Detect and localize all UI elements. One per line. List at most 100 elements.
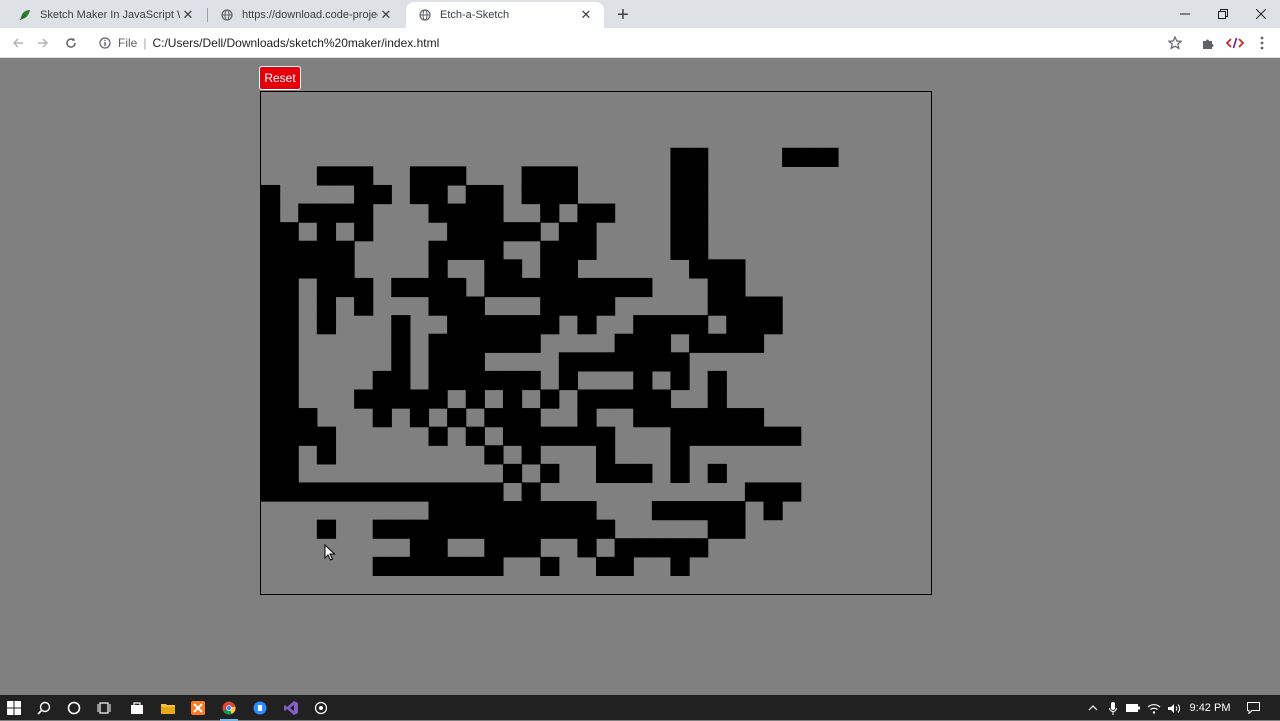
windows-start-icon[interactable]	[3, 697, 25, 719]
filled-cell[interactable]	[577, 408, 597, 428]
restore-icon[interactable]	[1204, 0, 1242, 28]
filled-cell[interactable]	[577, 315, 597, 335]
filled-cell[interactable]	[465, 240, 485, 260]
forward-arrow-icon[interactable]	[32, 32, 54, 54]
filled-cell[interactable]	[279, 315, 299, 335]
filled-cell[interactable]	[670, 426, 690, 446]
filled-cell[interactable]	[540, 315, 560, 335]
tab-sketch-maker[interactable]: Sketch Maker In JavaScript With ✕	[6, 2, 206, 28]
filled-cell[interactable]	[316, 426, 337, 446]
filled-cell[interactable]	[484, 240, 504, 260]
filled-cell[interactable]	[261, 370, 281, 391]
filled-cell[interactable]	[558, 352, 578, 372]
filled-cell[interactable]	[689, 147, 709, 167]
filled-cell[interactable]	[689, 203, 709, 223]
filled-cell[interactable]	[670, 445, 690, 465]
filled-cell[interactable]	[614, 277, 634, 298]
filled-cell[interactable]	[540, 389, 560, 409]
filled-cell[interactable]	[744, 315, 765, 335]
filled-cell[interactable]	[372, 389, 392, 409]
filled-cell[interactable]	[577, 519, 597, 539]
filled-cell[interactable]	[726, 277, 746, 298]
filled-cell[interactable]	[763, 315, 783, 335]
filled-cell[interactable]	[391, 482, 411, 502]
filled-cell[interactable]	[391, 370, 411, 391]
filled-cell[interactable]	[279, 296, 299, 316]
filled-cell[interactable]	[428, 166, 448, 186]
filled-cell[interactable]	[577, 352, 597, 372]
filled-cell[interactable]	[428, 426, 448, 446]
filled-cell[interactable]	[465, 203, 485, 223]
filled-cell[interactable]	[744, 296, 765, 316]
filled-cell[interactable]	[409, 538, 430, 558]
filled-cell[interactable]	[558, 240, 578, 260]
wifi-icon[interactable]	[1146, 699, 1162, 717]
filled-cell[interactable]	[261, 463, 281, 484]
filled-cell[interactable]	[502, 333, 523, 353]
filled-cell[interactable]	[763, 296, 783, 316]
filled-cell[interactable]	[707, 463, 727, 484]
filled-cell[interactable]	[428, 352, 448, 372]
filled-cell[interactable]	[335, 166, 355, 186]
filled-cell[interactable]	[484, 277, 504, 298]
filled-cell[interactable]	[261, 333, 281, 353]
filled-cell[interactable]	[689, 333, 709, 353]
filled-cell[interactable]	[428, 277, 448, 298]
filled-cell[interactable]	[298, 408, 318, 428]
filled-cell[interactable]	[651, 501, 672, 521]
filled-cell[interactable]	[707, 259, 727, 279]
filled-cell[interactable]	[670, 556, 690, 576]
filled-cell[interactable]	[689, 166, 709, 186]
filled-cell[interactable]	[633, 408, 653, 428]
filled-cell[interactable]	[484, 482, 504, 502]
filled-cell[interactable]	[670, 240, 690, 260]
filled-cell[interactable]	[800, 147, 820, 167]
filled-cell[interactable]	[596, 203, 616, 223]
filled-cell[interactable]	[521, 501, 541, 521]
filled-cell[interactable]	[502, 389, 523, 409]
filled-cell[interactable]	[540, 259, 560, 279]
task-view-icon[interactable]	[93, 697, 115, 719]
filled-cell[interactable]	[502, 259, 523, 279]
filled-cell[interactable]	[465, 389, 485, 409]
filled-cell[interactable]	[484, 501, 504, 521]
filled-cell[interactable]	[465, 352, 485, 372]
filled-cell[interactable]	[540, 519, 560, 539]
filled-cell[interactable]	[279, 389, 299, 409]
filled-cell[interactable]	[670, 166, 690, 186]
filled-cell[interactable]	[670, 315, 690, 335]
filled-cell[interactable]	[726, 408, 746, 428]
filled-cell[interactable]	[540, 166, 560, 186]
filled-cell[interactable]	[298, 426, 318, 446]
filled-cell[interactable]	[577, 296, 597, 316]
new-tab-button[interactable]: +	[612, 4, 634, 26]
filled-cell[interactable]	[726, 315, 746, 335]
filled-cell[interactable]	[596, 426, 616, 446]
filled-cell[interactable]	[596, 389, 616, 409]
filled-cell[interactable]	[261, 445, 281, 465]
filled-cell[interactable]	[372, 184, 392, 205]
filled-cell[interactable]	[354, 184, 374, 205]
filled-cell[interactable]	[521, 538, 541, 558]
filled-cell[interactable]	[316, 203, 337, 223]
chrome-icon[interactable]	[218, 697, 240, 721]
filled-cell[interactable]	[558, 277, 578, 298]
filled-cell[interactable]	[409, 277, 430, 298]
filled-cell[interactable]	[651, 352, 672, 372]
filled-cell[interactable]	[577, 240, 597, 260]
filled-cell[interactable]	[726, 501, 746, 521]
filled-cell[interactable]	[596, 352, 616, 372]
filled-cell[interactable]	[521, 408, 541, 428]
filled-cell[interactable]	[465, 315, 485, 335]
filled-cell[interactable]	[354, 203, 374, 223]
close-icon[interactable]: ✕	[180, 7, 196, 23]
filled-cell[interactable]	[279, 222, 299, 242]
filled-cell[interactable]	[670, 184, 690, 205]
filled-cell[interactable]	[484, 184, 504, 205]
store-icon[interactable]	[126, 697, 148, 719]
app-circle-icon[interactable]	[310, 697, 332, 719]
volume-icon[interactable]	[1166, 699, 1182, 717]
filled-cell[interactable]	[502, 408, 523, 428]
filled-cell[interactable]	[428, 556, 448, 576]
filled-cell[interactable]	[651, 538, 672, 558]
